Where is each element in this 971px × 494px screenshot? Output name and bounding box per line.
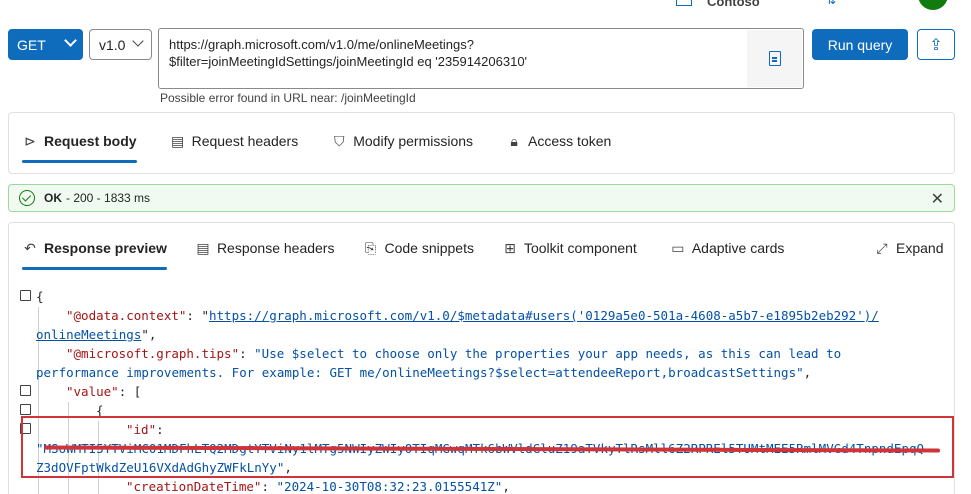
tab-response-preview[interactable]: ↶ Response preview [22, 226, 167, 270]
json-line-tips: "@microsoft.graph.tips": "Use $select to… [66, 346, 842, 361]
json-key: "@odata.context" [66, 308, 187, 323]
api-version-select[interactable]: v1.0 [89, 29, 152, 60]
url-line-2: $filter=joinMeetingIdSettings/joinMeetin… [169, 54, 528, 69]
tab-label: Adaptive cards [691, 240, 785, 256]
json-link[interactable]: https://graph.microsoft.com/v1.0/$metada… [209, 308, 879, 323]
card-icon: ▭ [671, 239, 685, 256]
fold-toggle[interactable] [20, 404, 31, 415]
tab-modify-permissions[interactable]: ⛉ Modify permissions [331, 119, 473, 163]
redaction-box [21, 416, 954, 478]
expand-button[interactable]: ⤢ Expand [874, 226, 943, 270]
share-icon: ⇪ [929, 36, 943, 54]
top-bar: Contoso ⇅ [0, 0, 971, 18]
json-key: "@microsoft.graph.tips" [66, 346, 240, 361]
lock-icon: 🔒︎ [510, 132, 518, 149]
tab-adaptive-cards[interactable]: ▭ Adaptive cards [670, 226, 785, 270]
chevron-down-icon [64, 34, 77, 47]
share-button[interactable]: ⇪ [917, 29, 955, 60]
status-detail: - 200 - 1833 ms [66, 191, 151, 205]
code-icon: ⎘ [364, 239, 377, 256]
url-input[interactable]: https://graph.microsoft.com/v1.0/me/onli… [158, 28, 804, 89]
json-bracket: [ [133, 384, 142, 399]
tab-label: Response headers [216, 240, 335, 256]
json-open-brace: { [36, 289, 44, 304]
tab-request-body[interactable]: ⊳ Request body [22, 119, 137, 163]
json-line-created: "creationDateTime": "2024-10-30T08:32:23… [126, 479, 510, 494]
url-line-1: https://graph.microsoft.com/v1.0/me/onli… [169, 37, 474, 52]
tenant-name[interactable]: Contoso [707, 0, 760, 9]
tab-request-headers[interactable]: ▤ Request headers [170, 119, 299, 163]
tab-label: Modify permissions [353, 133, 474, 149]
json-string: "2024-10-30T08:32:23.0155541Z" [276, 479, 503, 494]
tab-code-snippets[interactable]: ⎘ Code snippets [362, 226, 474, 270]
expand-label: Expand [896, 240, 944, 256]
tab-label: Request headers [191, 133, 299, 149]
tab-label: Code snippets [384, 240, 474, 256]
url-docs-button[interactable] [747, 30, 802, 87]
headers-icon: ▤ [170, 132, 185, 149]
json-string: "Use $select to choose only the properti… [254, 346, 842, 361]
status-ok: OK [44, 191, 62, 205]
run-query-button[interactable]: Run query [812, 29, 908, 60]
api-version-value: v1.0 [99, 36, 126, 53]
tab-label: Request body [44, 133, 137, 149]
fold-toggle[interactable] [20, 385, 31, 396]
http-method-select[interactable]: GET [8, 29, 83, 60]
tab-label: Response preview [44, 240, 167, 256]
sync-icon[interactable]: ⇅ [826, 0, 836, 7]
response-tabs: ↶ Response preview ▤ Response headers ⎘ … [22, 226, 817, 270]
http-method-value: GET [17, 36, 46, 53]
tab-label: Access token [528, 133, 612, 149]
tab-access-token[interactable]: 🔒︎ Access token [506, 119, 611, 163]
url-error-message: Possible error found in URL near: /joinM… [160, 91, 416, 105]
send-icon: ⊳ [24, 132, 36, 149]
json-line-context-cont: onlineMeetings", [36, 327, 157, 342]
undo-arrow-icon: ↶ [24, 239, 36, 256]
json-line-context: "@odata.context": "https://graph.microso… [66, 308, 879, 323]
document-icon [768, 51, 781, 66]
json-link[interactable]: onlineMeetings [36, 327, 141, 342]
json-key: "creationDateTime" [126, 479, 262, 494]
success-check-icon [19, 190, 35, 206]
chevron-down-icon [132, 35, 144, 47]
headers-icon: ▤ [196, 239, 210, 256]
url-text: https://graph.microsoft.com/v1.0/me/onli… [169, 36, 739, 70]
json-string: performance improvements. For example: G… [36, 365, 804, 380]
fold-toggle[interactable] [20, 290, 31, 301]
tab-toolkit-component[interactable]: ⊞ Toolkit component [502, 226, 637, 270]
json-key: "value" [66, 384, 119, 399]
json-line-value: "value": [ [66, 384, 142, 399]
shield-icon: ⛉ [333, 132, 345, 149]
tenant-icon [676, 0, 692, 6]
avatar[interactable] [918, 0, 948, 10]
toolkit-icon: ⊞ [504, 239, 516, 256]
tab-response-headers[interactable]: ▤ Response headers [195, 226, 335, 270]
tab-label: Toolkit component [523, 240, 637, 256]
expand-icon: ⤢ [876, 239, 888, 256]
json-line-tips-cont: performance improvements. For example: G… [36, 365, 812, 380]
status-bar: OK - 200 - 1833 ms ✕ [8, 184, 955, 212]
request-tabs: ⊳ Request body ▤ Request headers ⛉ Modif… [22, 119, 644, 163]
close-icon[interactable]: ✕ [931, 189, 944, 209]
